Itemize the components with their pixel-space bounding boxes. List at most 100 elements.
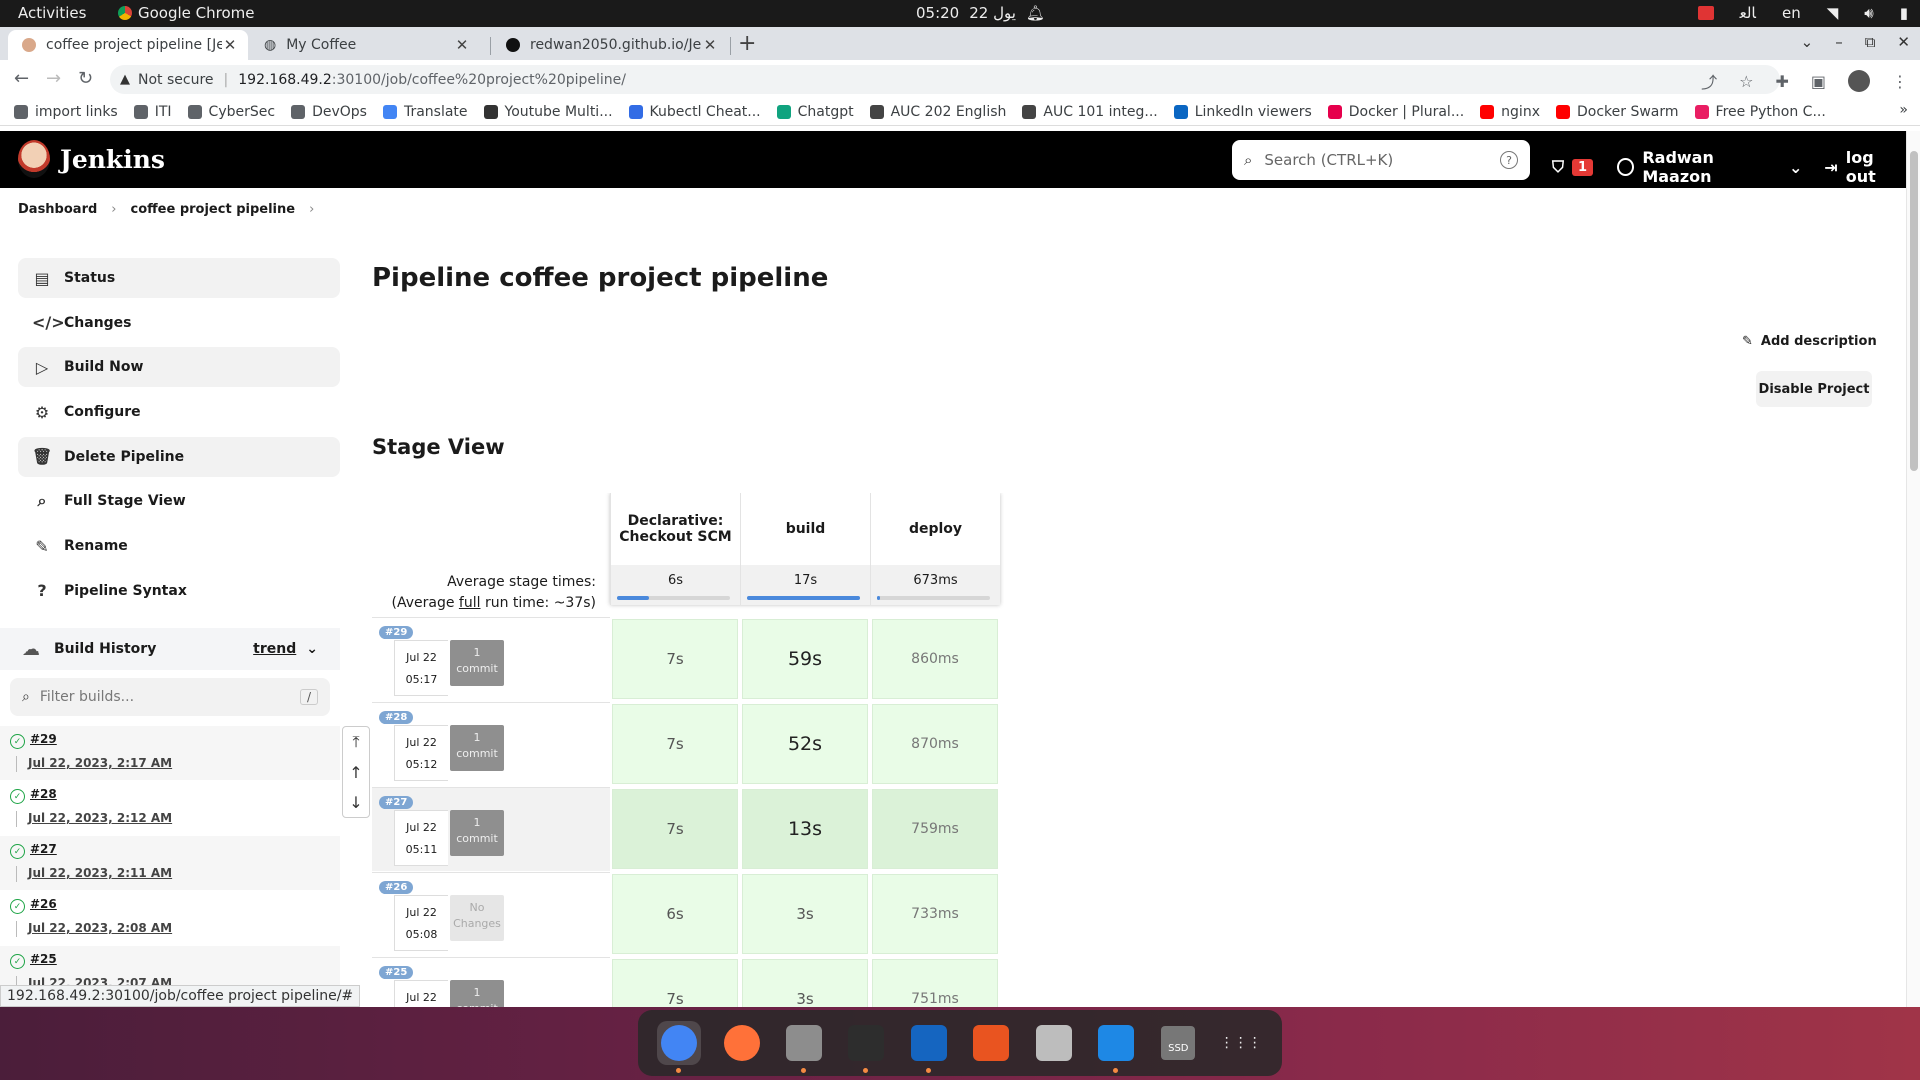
address-bar[interactable]: ▲ Not secure | 192.168.49.2 :30100/job/c… bbox=[110, 65, 1780, 94]
new-tab-button[interactable]: + bbox=[738, 31, 756, 56]
build-number-link[interactable]: #26 bbox=[30, 897, 57, 911]
stage-cell[interactable]: 13s bbox=[742, 789, 868, 869]
build-number-link[interactable]: #28 bbox=[30, 787, 57, 801]
close-window-icon[interactable]: ✕ bbox=[1897, 33, 1910, 51]
stage-cell[interactable]: 52s bbox=[742, 704, 868, 784]
stage-cell[interactable]: 59s bbox=[742, 619, 868, 699]
run-number-badge[interactable]: #27 bbox=[379, 796, 414, 809]
ssd-icon[interactable]: SSD bbox=[1156, 1021, 1200, 1065]
stage-cell[interactable]: 7s bbox=[612, 619, 738, 699]
page-scrollbar[interactable] bbox=[1906, 131, 1920, 1007]
stage-cell[interactable]: 7s bbox=[612, 959, 738, 1009]
writer-icon[interactable] bbox=[907, 1021, 951, 1073]
forward-icon[interactable]: → bbox=[46, 68, 61, 89]
menu-icon[interactable]: ⋮ bbox=[1892, 72, 1908, 91]
build-date-link[interactable]: Jul 22, 2023, 2:11 AM bbox=[28, 866, 172, 880]
extensions-icon[interactable]: ✚ bbox=[1775, 72, 1788, 91]
warning-icon[interactable]: ▲ bbox=[120, 72, 130, 87]
chevron-right-icon[interactable]: » bbox=[1899, 102, 1908, 118]
close-icon[interactable]: ✕ bbox=[222, 36, 238, 54]
changes-box[interactable]: 1 commit bbox=[450, 810, 504, 856]
tab-search-icon[interactable]: ⌄ bbox=[1801, 33, 1814, 51]
full-link[interactable]: full bbox=[459, 595, 481, 611]
logout-link[interactable]: log out bbox=[1846, 148, 1906, 186]
bookmark-item[interactable]: Kubectl Cheat... bbox=[628, 104, 761, 120]
changes-box[interactable]: 1 commit bbox=[450, 980, 504, 1009]
stage-cell[interactable]: 6s bbox=[612, 874, 738, 954]
chevron-down-icon[interactable]: ⌄ bbox=[1789, 158, 1802, 177]
sidebar-item-pipeline-syntax[interactable]: ? Pipeline Syntax bbox=[18, 571, 340, 611]
apps-grid-icon[interactable]: ⋮⋮⋮ bbox=[1219, 1021, 1263, 1065]
scroll-down-icon[interactable]: ↓ bbox=[349, 793, 362, 812]
stage-cell[interactable]: 870ms bbox=[872, 704, 998, 784]
bookmark-item[interactable]: Docker Swarm bbox=[1555, 104, 1679, 120]
bookmark-item[interactable]: Chatgpt bbox=[776, 104, 854, 120]
star-icon[interactable]: ☆ bbox=[1739, 72, 1753, 91]
bookmark-item[interactable]: Docker | Plural... bbox=[1327, 104, 1464, 120]
breadcrumb-project[interactable]: coffee project pipeline bbox=[131, 202, 296, 217]
bookmark-item[interactable]: ITI bbox=[133, 104, 172, 120]
search-input[interactable]: ⌕ Search (CTRL+K) ? bbox=[1232, 140, 1530, 180]
sidebar-item-build-now[interactable]: ▷ Build Now bbox=[18, 347, 340, 388]
system-tray[interactable]: ﺎﻟﻌ en ◥ 🔊︎ ▮ bbox=[1697, 4, 1908, 22]
build-number-link[interactable]: #25 bbox=[30, 952, 57, 966]
user-name[interactable]: Radwan Maazon bbox=[1642, 148, 1781, 186]
run-number-badge[interactable]: #26 bbox=[379, 881, 414, 894]
disable-project-button[interactable]: Disable Project bbox=[1756, 371, 1872, 407]
sidebar-item-full-stage-view[interactable]: ⌕ Full Stage View bbox=[18, 481, 340, 521]
chevron-right-icon[interactable]: › bbox=[309, 202, 314, 217]
stage-cell[interactable]: 733ms bbox=[872, 874, 998, 954]
vscode-icon[interactable] bbox=[1094, 1021, 1138, 1073]
files-icon[interactable] bbox=[782, 1021, 826, 1073]
bookmark-item[interactable]: AUC 202 English bbox=[869, 104, 1006, 120]
not-secure-label[interactable]: Not secure bbox=[138, 72, 214, 88]
bookmark-item[interactable]: LinkedIn viewers bbox=[1173, 104, 1312, 120]
filter-builds-input[interactable]: ⌕ Filter builds... / bbox=[10, 678, 330, 716]
firefox-icon[interactable] bbox=[720, 1021, 764, 1065]
close-icon[interactable]: ✕ bbox=[702, 36, 718, 54]
build-number-link[interactable]: #29 bbox=[30, 732, 57, 746]
help-icon[interactable]: ? bbox=[1500, 151, 1518, 169]
jenkins-home-link[interactable]: Jenkins bbox=[18, 140, 165, 178]
scroll-up-icon[interactable]: ↑ bbox=[349, 763, 362, 782]
stage-cell[interactable]: 7s bbox=[612, 789, 738, 869]
bookmark-item[interactable]: Free Python C... bbox=[1694, 104, 1826, 120]
restore-icon[interactable]: ⧉ bbox=[1865, 33, 1876, 51]
reload-icon[interactable]: ↻ bbox=[78, 68, 93, 89]
build-date-link[interactable]: Jul 22, 2023, 2:12 AM bbox=[28, 811, 172, 825]
back-icon[interactable]: ← bbox=[14, 68, 29, 89]
add-description-link[interactable]: ✎ Add description bbox=[1742, 334, 1877, 349]
sidebar-item-changes[interactable]: </> Changes bbox=[18, 303, 340, 343]
clock[interactable]: 05:20 22 يول 🔔︎ bbox=[916, 4, 1045, 22]
close-icon[interactable]: ✕ bbox=[454, 36, 470, 54]
trend-link[interactable]: trend ⌄ bbox=[253, 641, 318, 657]
bookmark-item[interactable]: Youtube Multi... bbox=[483, 104, 613, 120]
bookmark-item[interactable]: nginx bbox=[1480, 104, 1540, 120]
stage-cell[interactable]: 860ms bbox=[872, 619, 998, 699]
bookmark-item[interactable]: AUC 101 integ... bbox=[1022, 104, 1158, 120]
app-menu[interactable]: Google Chrome bbox=[118, 4, 255, 22]
scroll-top-icon[interactable]: ⤒ bbox=[352, 732, 359, 752]
run-number-badge[interactable]: #25 bbox=[379, 966, 414, 979]
side-panel-icon[interactable]: ▣ bbox=[1811, 72, 1826, 91]
build-date-link[interactable]: Jul 22, 2023, 2:08 AM bbox=[28, 921, 172, 935]
tab-my-coffee[interactable]: ◍ My Coffee ✕ bbox=[250, 30, 480, 60]
changes-box[interactable]: 1 commit bbox=[450, 640, 504, 686]
clipboard-icon[interactable] bbox=[1032, 1021, 1076, 1065]
build-date-link[interactable]: Jul 22, 2023, 2:17 AM bbox=[28, 756, 172, 770]
share-icon[interactable]: ⤴ bbox=[1701, 69, 1717, 93]
stage-cell[interactable]: 751ms bbox=[872, 959, 998, 1009]
sidebar-item-configure[interactable]: ⚙ Configure bbox=[18, 392, 340, 432]
tab-github[interactable]: redwan2050.github.io/Je ✕ bbox=[492, 30, 728, 60]
stage-cell[interactable]: 3s bbox=[742, 874, 868, 954]
sidebar-item-rename[interactable]: ✎ Rename bbox=[18, 526, 340, 566]
changes-box[interactable]: 1 commit bbox=[450, 725, 504, 771]
bookmark-item[interactable]: CyberSec bbox=[187, 104, 275, 120]
profile-avatar[interactable] bbox=[1848, 70, 1870, 92]
bookmark-item[interactable]: import links bbox=[14, 104, 118, 120]
shield-icon[interactable]: ⛉ bbox=[1552, 157, 1564, 177]
terminal-icon[interactable] bbox=[844, 1021, 888, 1073]
run-number-badge[interactable]: #28 bbox=[379, 711, 414, 724]
minimize-icon[interactable]: – bbox=[1835, 33, 1843, 51]
sidebar-item-status[interactable]: ▤ Status bbox=[18, 258, 340, 298]
